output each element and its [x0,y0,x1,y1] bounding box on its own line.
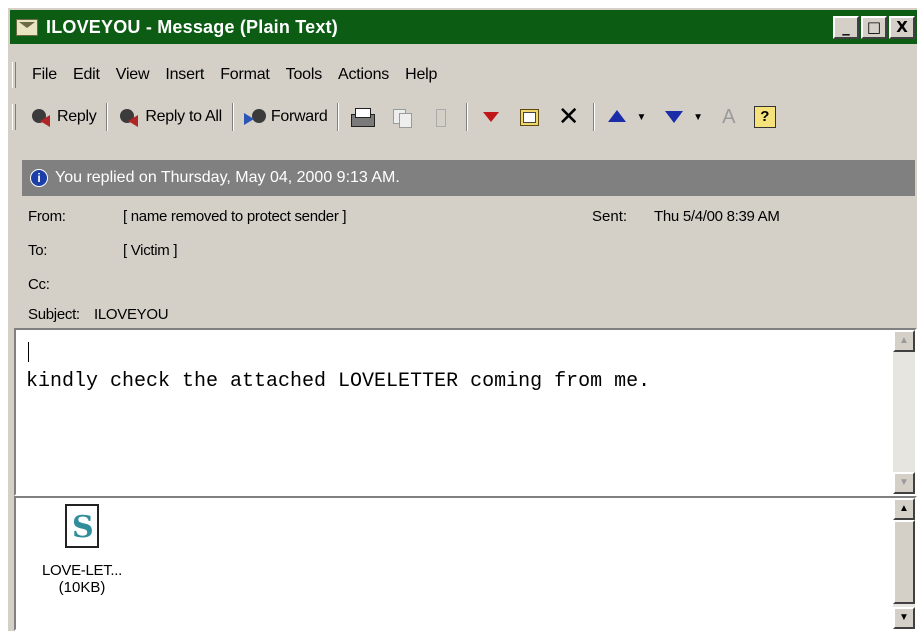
attachment-size: (10KB) [58,579,106,596]
menu-insert[interactable]: Insert [157,66,212,84]
delete-icon: ✕ [557,102,580,132]
chevron-down-icon[interactable]: ▼ [636,112,646,123]
attachment-pane: LOVE-LET... (10KB) ▲ ▼ [14,496,917,631]
attachment-scrollbar[interactable]: ▲ ▼ [893,498,915,629]
reply-all-button[interactable]: Reply to All [112,102,227,132]
down-arrow-icon [662,106,686,128]
attachment-name: LOVE-LET... [41,562,123,579]
message-body-text: kindly check the attached LOVELETTER com… [26,370,651,393]
cc-label: Cc: [28,276,50,293]
reply-all-label: Reply to All [145,108,222,125]
to-label: To: [28,242,48,259]
info-bar: i You replied on Thursday, May 04, 2000 … [22,160,915,196]
info-bar-text: You replied on Thursday, May 04, 2000 9:… [55,169,400,186]
reply-all-icon [118,106,142,128]
forward-label: Forward [270,108,328,125]
help-button[interactable]: ? [748,102,782,132]
flag-button[interactable] [472,102,511,132]
toolbar-separator [466,103,469,131]
sent-value: Thu 5/4/00 8:39 AM [654,208,780,225]
envelope-icon [16,18,38,36]
menu-actions[interactable]: Actions [330,66,397,84]
toolbar-separator [106,103,109,131]
standard-toolbar: Reply Reply to All Forward ✕ ▼ ▼ A ? [12,100,782,134]
scroll-up-button[interactable]: ▲ [893,330,915,352]
menu-file[interactable]: File [24,66,65,84]
next-item-button[interactable]: ▼ [656,102,713,132]
help-icon: ? [753,106,776,128]
up-arrow-icon [605,106,629,128]
text-caret [28,342,29,362]
toolbar-separator [231,103,234,131]
body-scrollbar[interactable]: ▲ ▼ [893,330,915,494]
menu-format[interactable]: Format [212,66,277,84]
window-title: ILOVEYOU - Message (Plain Text) [46,16,338,37]
menu-bar: File Edit View Insert Format Tools Actio… [12,60,445,90]
delete-button[interactable]: ✕ [550,102,589,132]
font-button[interactable]: A [713,102,748,132]
forward-icon [243,106,268,128]
script-file-icon [65,504,99,548]
previous-item-button[interactable]: ▼ [599,102,656,132]
chevron-down-icon[interactable]: ▼ [693,112,703,123]
menu-help[interactable]: Help [397,66,445,84]
flag-icon [478,106,502,128]
print-button[interactable] [343,102,384,132]
scroll-thumb[interactable] [893,520,915,604]
scroll-up-button[interactable]: ▲ [893,498,915,520]
reply-icon [30,106,54,128]
attachment-item[interactable]: LOVE-LET... (10KB) [32,504,132,596]
message-body[interactable]: kindly check the attached LOVELETTER com… [14,328,917,496]
copy-button[interactable] [384,102,423,132]
toolbar-separator [593,103,596,131]
close-button[interactable]: X [889,16,915,39]
move-to-folder-button[interactable] [511,102,550,132]
menu-view[interactable]: View [108,66,158,84]
toolbar-separator [337,103,340,131]
maximize-button[interactable]: □ [861,16,887,39]
menu-edit[interactable]: Edit [65,66,108,84]
paste-icon [429,106,453,128]
menu-grip[interactable] [12,62,16,88]
scroll-down-button[interactable]: ▼ [893,472,915,494]
scroll-down-button[interactable]: ▼ [893,607,915,629]
subject-value: ILOVEYOU [94,306,169,323]
minimize-button[interactable]: _ [833,16,859,39]
info-icon: i [30,169,48,187]
toolbar-grip[interactable] [12,104,16,130]
sent-label: Sent: [592,208,628,225]
from-label: From: [28,208,66,225]
copy-icon [390,106,414,128]
to-value[interactable]: [ Victim ] [123,242,178,259]
forward-button[interactable]: Forward [238,102,334,132]
reply-button[interactable]: Reply [24,102,102,132]
reply-label: Reply [57,108,97,125]
window-controls: _ □ X [833,16,915,39]
from-value[interactable]: [ name removed to protect sender ] [123,208,347,225]
font-icon: A [722,106,736,128]
move-to-folder-icon [517,106,541,128]
menu-tools[interactable]: Tools [278,66,330,84]
paste-button[interactable] [423,102,462,132]
subject-label: Subject: [28,306,80,323]
printer-icon [349,106,376,128]
title-bar[interactable]: ILOVEYOU - Message (Plain Text) _ □ X [10,10,917,44]
